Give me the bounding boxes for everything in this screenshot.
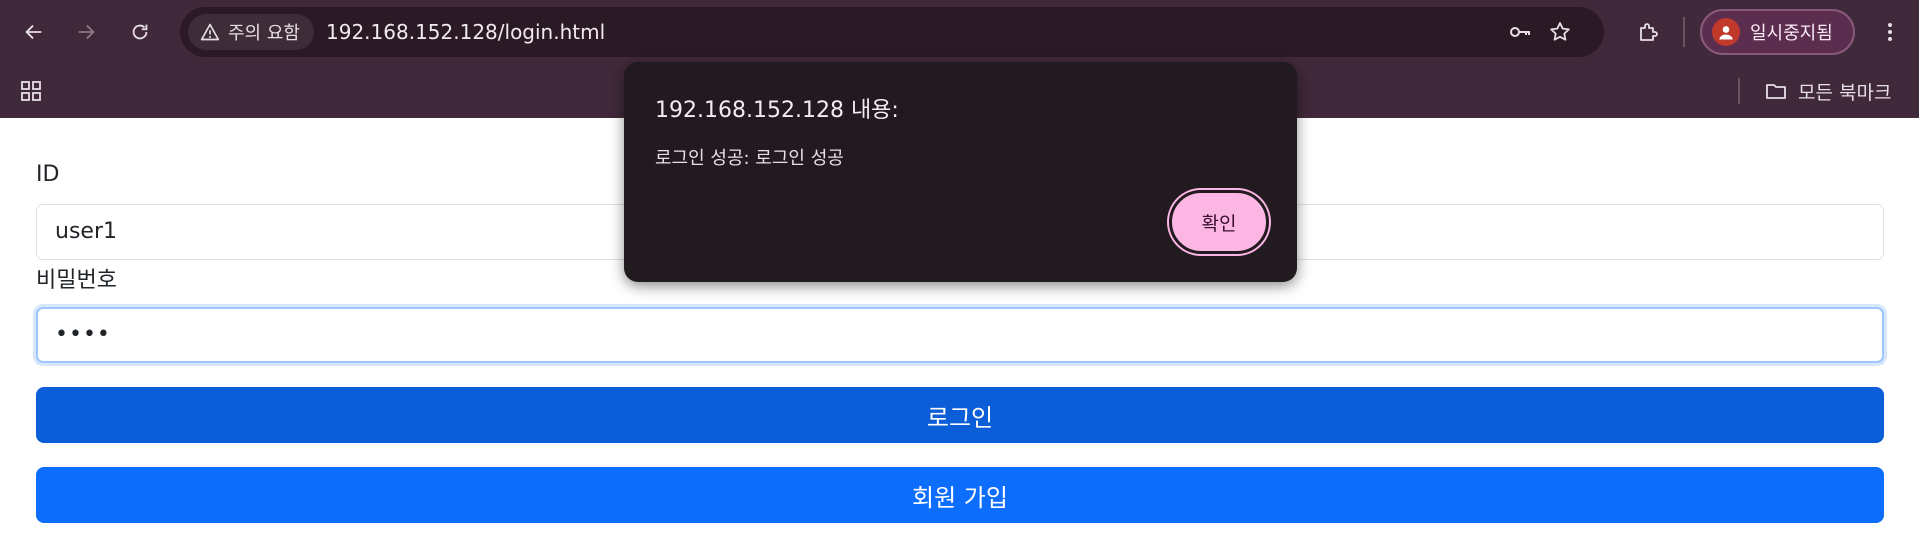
star-icon bbox=[1550, 22, 1570, 41]
back-button[interactable] bbox=[16, 14, 52, 50]
toolbar-divider bbox=[1683, 17, 1685, 47]
dialog-message: 로그인 성공: 로그인 성공 bbox=[655, 148, 844, 169]
reload-icon bbox=[132, 24, 148, 40]
id-label: ID bbox=[36, 162, 60, 187]
profile-button[interactable]: 일시중지됨 bbox=[1700, 9, 1855, 55]
extensions-button[interactable] bbox=[1630, 14, 1666, 50]
alert-dialog: 192.168.152.128 내용: 로그인 성공: 로그인 성공 확인 bbox=[624, 62, 1297, 282]
security-chip[interactable]: 주의 요함 bbox=[188, 14, 314, 50]
login-button[interactable]: 로그인 bbox=[36, 387, 1884, 443]
reload-button[interactable] bbox=[122, 14, 158, 50]
all-bookmarks-button[interactable]: 모든 북마크 bbox=[1764, 73, 1891, 109]
password-label: 비밀번호 bbox=[36, 268, 117, 293]
url-text[interactable]: 192.168.152.128/login.html bbox=[326, 7, 605, 57]
browser-toolbar: 주의 요함 192.168.152.128/login.html 일시중지됨 bbox=[0, 0, 1919, 64]
security-chip-label: 주의 요함 bbox=[228, 23, 300, 44]
bookmarks-divider bbox=[1738, 78, 1740, 104]
more-icon bbox=[1888, 23, 1892, 41]
profile-icon bbox=[1719, 26, 1733, 40]
warning-icon bbox=[200, 23, 220, 41]
address-bar[interactable]: 주의 요함 192.168.152.128/login.html bbox=[180, 7, 1604, 57]
apps-icon bbox=[21, 81, 41, 101]
browser-menu-button[interactable] bbox=[1872, 14, 1908, 50]
folder-icon bbox=[1766, 84, 1786, 99]
forward-button[interactable] bbox=[68, 14, 104, 50]
all-bookmarks-label: 모든 북마크 bbox=[1798, 81, 1892, 104]
password-key-button[interactable] bbox=[1506, 18, 1534, 46]
bookmark-star-button[interactable] bbox=[1546, 18, 1574, 46]
avatar bbox=[1712, 18, 1740, 46]
apps-button[interactable] bbox=[14, 74, 48, 108]
profile-label: 일시중지됨 bbox=[1750, 23, 1833, 44]
extensions-icon bbox=[1640, 23, 1658, 41]
forward-icon bbox=[78, 24, 95, 40]
back-icon bbox=[25, 24, 42, 40]
key-icon bbox=[1510, 27, 1530, 37]
dialog-title: 192.168.152.128 내용: bbox=[655, 98, 899, 123]
dialog-ok-button[interactable]: 확인 bbox=[1169, 190, 1269, 254]
signup-button[interactable]: 회원 가입 bbox=[36, 467, 1884, 523]
password-input[interactable]: •••• bbox=[36, 307, 1884, 363]
